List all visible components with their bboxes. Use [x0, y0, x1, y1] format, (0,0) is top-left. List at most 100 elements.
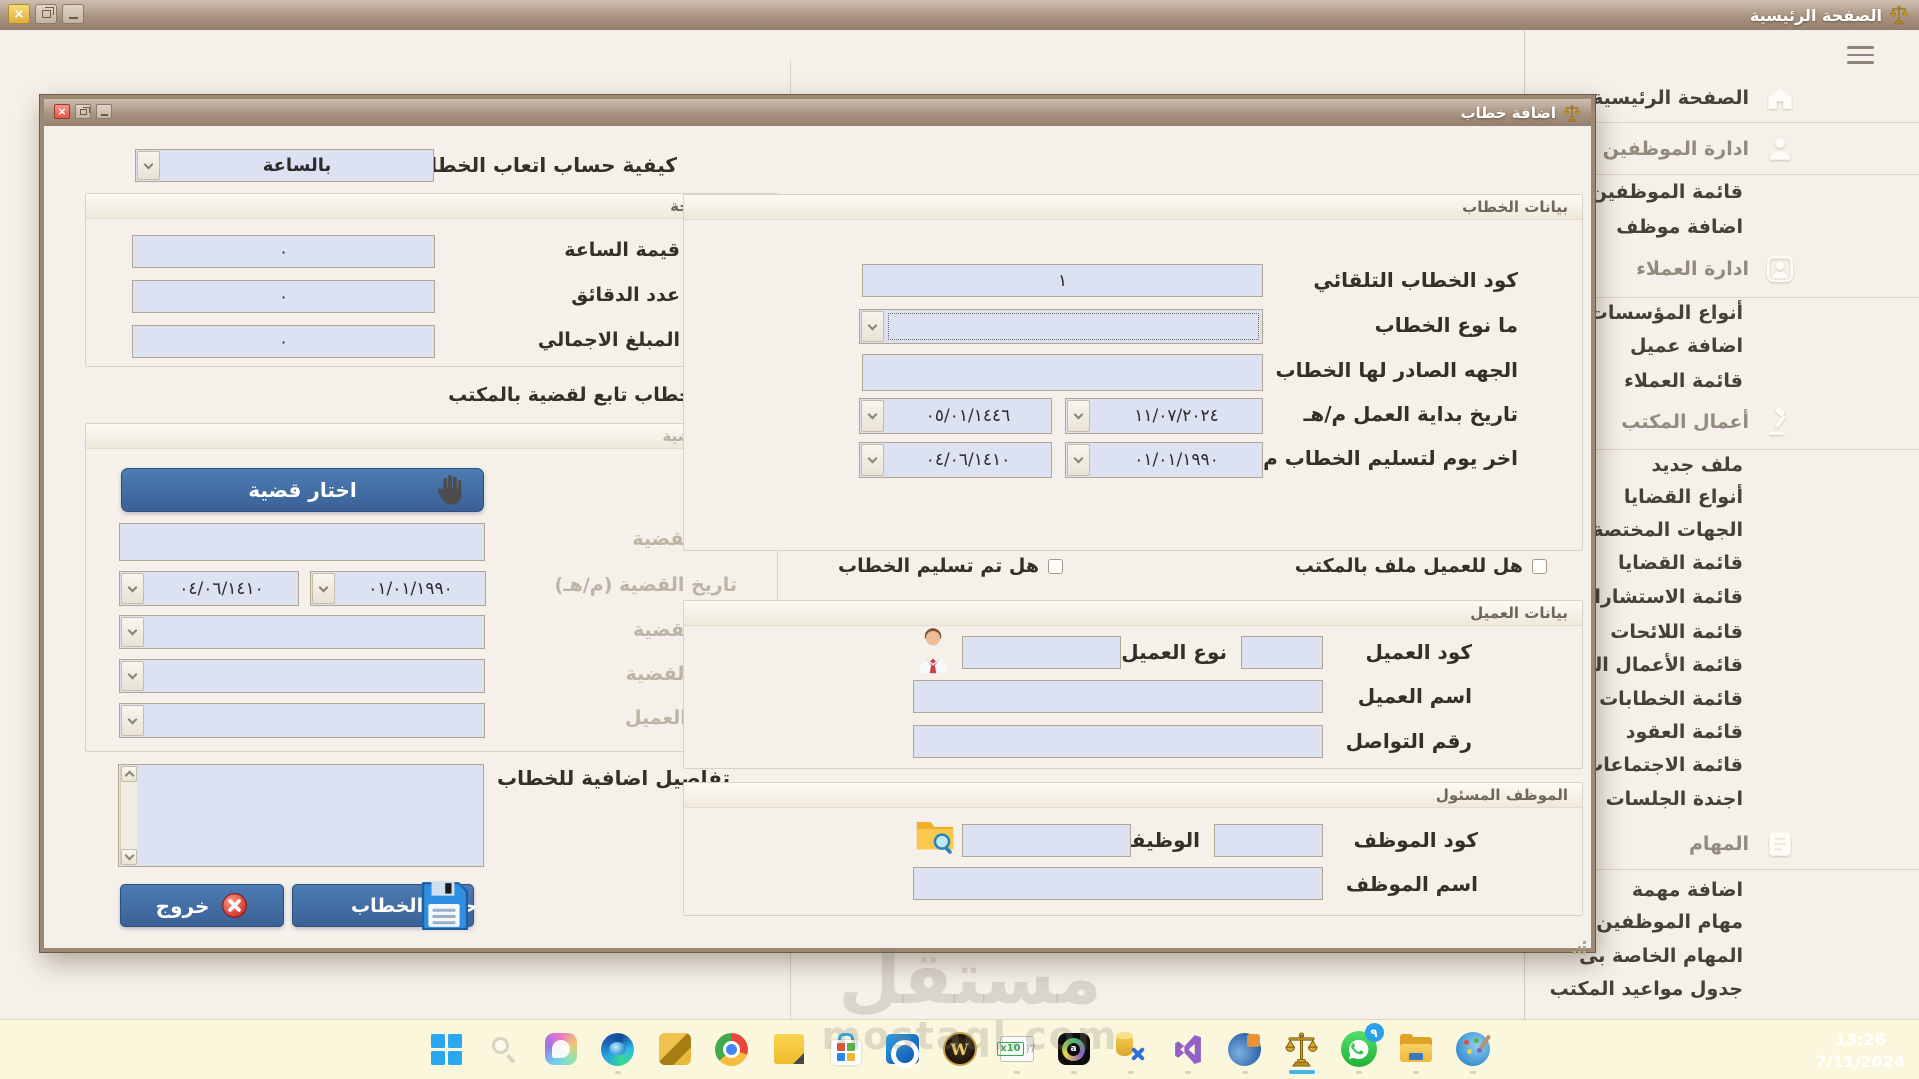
deadline-date-label: اخر يوم لتسليم الخطاب م/هـ	[1235, 446, 1518, 470]
sticky-notes-icon[interactable]	[769, 1029, 809, 1069]
case-code-input[interactable]	[119, 523, 485, 561]
client-group: بيانات العميل كود العميل نوع العميل اسم …	[683, 600, 1583, 769]
client-avatar-icon	[912, 627, 954, 679]
work-start-gregorian-picker[interactable]: ١١/٠٧/٢٠٢٤	[1065, 398, 1263, 434]
sidebar-item-label: المهام	[1689, 833, 1749, 855]
a-app-icon[interactable]: a	[1054, 1029, 1094, 1074]
running-app-indicator	[1412, 1071, 1419, 1074]
case-status-select[interactable]	[119, 659, 485, 693]
dialog-window-controls: ×	[54, 104, 112, 119]
sidebar-item-label: قائمة الاستشارات	[1575, 586, 1743, 608]
sidebar-item-label: قائمة العقود	[1625, 721, 1743, 743]
hamburger-menu-icon[interactable]	[1847, 46, 1874, 64]
employee-code-input[interactable]	[1214, 824, 1323, 857]
sidebar-item-label: أنواع القضايا	[1623, 486, 1743, 508]
exit-button[interactable]: خروج	[120, 884, 284, 927]
taskbar: Wx10)7 a ٩ 13:26 7/11/2024	[0, 1019, 1919, 1079]
main-restore-button[interactable]	[35, 4, 57, 24]
dialog-title: اضافة خطاب	[1460, 103, 1556, 122]
fee-method-select[interactable]: بالساعة	[135, 149, 434, 182]
sidebar-item-label: قائمة اللائحات	[1610, 621, 1743, 643]
close-icon: ×	[57, 105, 67, 118]
sidebar-item-office-schedule[interactable]: جدول مواعيد المكتب	[1525, 974, 1919, 1004]
error-x-icon	[221, 892, 248, 919]
client-role-select[interactable]	[119, 703, 485, 738]
close-icon: ×	[13, 6, 25, 22]
employee-name-input[interactable]	[913, 867, 1323, 900]
taskbar-clock[interactable]: 13:26 7/11/2024	[1815, 1029, 1905, 1074]
main-minimize-button[interactable]	[62, 4, 84, 24]
chrome-icon[interactable]	[712, 1029, 752, 1069]
main-window-controls: ×	[8, 4, 84, 24]
puzzle-app-icon[interactable]	[1225, 1029, 1265, 1074]
floppy-disk-icon	[419, 876, 469, 937]
employee-name-label: اسم الموظف	[1345, 872, 1478, 896]
deadline-hijri-picker[interactable]: ٠٤/٠٦/١٤١٠	[859, 442, 1052, 478]
letter-delivered-checkbox[interactable]	[1048, 558, 1063, 574]
hour-value-input[interactable]: ٠	[132, 235, 435, 268]
running-app-indicator	[614, 1071, 621, 1074]
clients-icon	[1763, 253, 1797, 285]
file-explorer-icon[interactable]	[1396, 1029, 1436, 1074]
deadline-hijri-value: ٠٤/٠٦/١٤١٠	[925, 450, 1011, 470]
total-amount-input[interactable]: ٠	[132, 325, 435, 358]
search-icon[interactable]	[484, 1029, 524, 1069]
chevron-down-icon	[1067, 400, 1090, 432]
scroll-up-icon[interactable]	[121, 766, 137, 782]
whatsapp-icon[interactable]: ٩	[1339, 1023, 1384, 1074]
dialog-restore-button[interactable]	[75, 104, 91, 119]
letter-code-label: كود الخطاب التلقائي	[1313, 268, 1518, 292]
world-of-warcraft-icon[interactable]: W	[940, 1029, 980, 1069]
main-close-button[interactable]: ×	[8, 4, 30, 24]
copilot-icon[interactable]	[541, 1029, 581, 1069]
extra-details-textarea[interactable]	[118, 764, 484, 867]
gold-folder-app-icon[interactable]	[655, 1029, 695, 1069]
choose-case-button-label: اختار قضية	[248, 478, 357, 502]
employee-job-input[interactable]	[962, 824, 1131, 857]
law-app-icon[interactable]	[1282, 1029, 1322, 1074]
client-type-input[interactable]	[962, 636, 1121, 669]
sql-tools-icon[interactable]	[1111, 1029, 1151, 1074]
x10-terminal-icon[interactable]: x10)7	[997, 1029, 1037, 1074]
resize-grip[interactable]	[1583, 941, 1586, 944]
textarea-scrollbar[interactable]	[120, 766, 137, 865]
windows-start-icon[interactable]	[427, 1029, 467, 1069]
sidebar-item-label: الصفحة الرئيسية	[1592, 87, 1749, 109]
main-window-title-area: الصفحة الرئيسية	[1750, 0, 1909, 30]
minimize-icon	[100, 113, 108, 116]
paint-icon[interactable]	[1453, 1029, 1493, 1074]
client-phone-input[interactable]	[913, 725, 1323, 758]
minutes-count-label: عدد الدقائق	[571, 284, 680, 306]
letter-type-select[interactable]	[859, 309, 1263, 344]
edge-icon[interactable]	[598, 1029, 638, 1074]
chevron-down-icon	[121, 573, 144, 604]
choose-case-button[interactable]: اختار قضية	[121, 468, 484, 512]
visual-studio-icon[interactable]	[1168, 1029, 1208, 1074]
deadline-gregorian-picker[interactable]: ٠١/٠١/١٩٩٠	[1065, 442, 1263, 478]
work-start-hijri-picker[interactable]: ٠٥/٠١/١٤٤٦	[859, 398, 1052, 434]
chevron-down-icon	[861, 311, 884, 342]
tasks-icon	[1763, 828, 1797, 860]
client-name-input[interactable]	[913, 680, 1323, 713]
minutes-count-input[interactable]: ٠	[132, 280, 435, 313]
letter-code-input[interactable]: ١	[862, 264, 1263, 297]
scroll-down-icon[interactable]	[121, 849, 137, 865]
running-app-indicator	[1127, 1071, 1134, 1074]
dialog-minimize-button[interactable]	[96, 104, 112, 119]
issuer-input[interactable]	[862, 354, 1263, 391]
case-date-gregorian-picker[interactable]: ٠١/٠١/١٩٩٠	[310, 571, 486, 606]
letter-type-label: ما نوع الخطاب	[1374, 313, 1518, 337]
microsoft-store-icon[interactable]	[826, 1029, 866, 1069]
case-group: بيانات القضية اختار قضية كود القضية تاري…	[85, 423, 778, 752]
client-code-input[interactable]	[1241, 636, 1323, 669]
dialog-close-button[interactable]: ×	[54, 104, 70, 119]
save-letter-button[interactable]: حفظ الخطاب	[292, 881, 477, 931]
folder-search-icon[interactable]	[914, 817, 956, 859]
outlook-icon[interactable]	[883, 1029, 923, 1069]
case-date-hijri-picker[interactable]: ٠٤/٠٦/١٤١٠	[119, 571, 299, 606]
work-start-gregorian-value: ١١/٠٧/٢٠٢٤	[1134, 406, 1219, 426]
running-app-indicator	[1070, 1071, 1077, 1074]
home-icon	[1763, 82, 1797, 114]
case-type-select[interactable]	[119, 615, 485, 649]
client-file-checkbox[interactable]	[1532, 558, 1547, 574]
